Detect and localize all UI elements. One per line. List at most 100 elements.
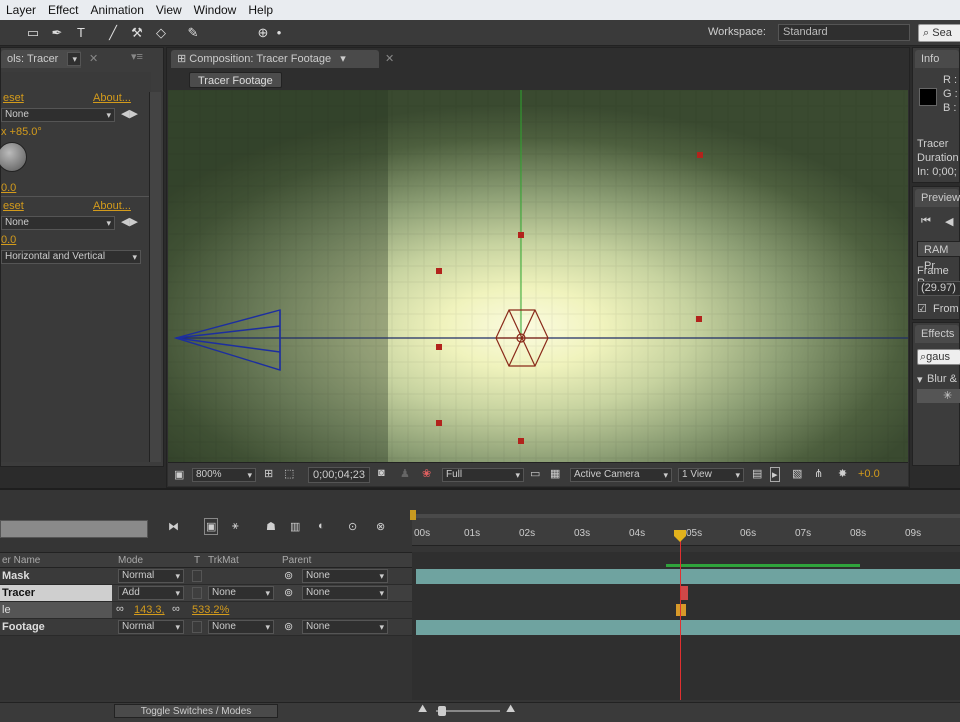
lock-icon[interactable]: ⊞: [177, 53, 186, 65]
value-field-2[interactable]: 0.0: [1, 234, 16, 246]
effect-dropdown-1[interactable]: None: [1, 108, 115, 122]
toggle-switches-modes-button[interactable]: Toggle Switches / Modes: [114, 704, 278, 718]
layer-row-mask[interactable]: Mask Normal ⊚ None: [0, 568, 412, 585]
toggle-pixel-aspect-icon[interactable]: ▤: [752, 467, 762, 480]
live-update-icon[interactable]: ▣: [204, 518, 219, 535]
panel-menu-dropdown[interactable]: [67, 52, 81, 66]
about-link-2[interactable]: About...: [93, 200, 131, 212]
mode-dropdown[interactable]: Normal: [118, 569, 184, 583]
link-icon[interactable]: ∞: [116, 603, 124, 615]
disclosure-triangle-icon[interactable]: ▾: [917, 373, 923, 386]
mode-dropdown[interactable]: Add: [118, 586, 184, 600]
menu-help[interactable]: Help: [242, 3, 279, 17]
motion-blur-icon[interactable]: ◐: [318, 520, 325, 532]
layer-row-tracer[interactable]: Tracer Add None ⊚ None: [0, 585, 412, 602]
track-bar-mask[interactable]: [416, 569, 960, 584]
exposure-reset-icon[interactable]: ✸: [838, 467, 847, 480]
pickwhip-icon[interactable]: ⊚: [284, 586, 293, 599]
menu-layer[interactable]: Layer: [0, 3, 42, 17]
camera-view-dropdown[interactable]: Active Camera: [570, 468, 672, 482]
close-icon[interactable]: ✕: [385, 52, 394, 65]
menu-view[interactable]: View: [150, 3, 188, 17]
parent-dropdown[interactable]: None: [302, 620, 388, 634]
view-layout-dropdown[interactable]: 1 View: [678, 468, 744, 482]
brainstorm-icon[interactable]: ⊗: [376, 520, 385, 533]
scale-value-y[interactable]: 533.2%: [192, 604, 229, 616]
resolution-dropdown[interactable]: Full: [442, 468, 524, 482]
composition-viewer[interactable]: [168, 90, 908, 462]
first-frame-icon[interactable]: ⏮: [921, 215, 931, 228]
fast-previews-icon[interactable]: ▸: [770, 467, 780, 482]
clone-stamp-icon[interactable]: ⚒: [128, 24, 146, 42]
pen-tool-icon[interactable]: ✒: [48, 24, 66, 42]
scrollbar[interactable]: [149, 92, 161, 462]
composition-breadcrumb[interactable]: Tracer Footage: [189, 72, 282, 88]
hide-shy-layers-icon[interactable]: ☗: [266, 520, 276, 533]
preserve-transparency-toggle[interactable]: [192, 587, 202, 599]
track-bar-tracer[interactable]: [680, 586, 688, 600]
effect-dropdown-3[interactable]: Horizontal and Vertical: [1, 250, 141, 264]
timeline-search-field[interactable]: [0, 520, 148, 538]
exposure-value[interactable]: +0.0: [858, 468, 880, 480]
search-help-input[interactable]: ⌕ Sea: [918, 24, 960, 42]
draft-3d-icon[interactable]: ⚹: [232, 520, 239, 533]
eraser-tool-icon[interactable]: ◇: [152, 24, 170, 42]
tab-composition[interactable]: ⊞ Composition: Tracer Footage ▾: [171, 50, 379, 68]
work-area-bar[interactable]: [412, 514, 960, 518]
layer-row-footage[interactable]: Footage Normal None ⊚ None: [0, 619, 412, 636]
effect-dropdown-2[interactable]: None: [1, 216, 115, 230]
mode-dropdown[interactable]: Normal: [118, 620, 184, 634]
graph-editor-icon[interactable]: ⊙: [348, 520, 357, 533]
magnification-dropdown[interactable]: 800%: [192, 468, 256, 482]
always-preview-icon[interactable]: ▣: [174, 468, 184, 481]
axis-world-icon[interactable]: •: [270, 24, 288, 42]
reset-link-1[interactable]: eset: [3, 92, 24, 104]
workspace-select[interactable]: Standard: [778, 24, 910, 41]
value-field-1[interactable]: 0.0: [1, 182, 16, 194]
parent-dropdown[interactable]: None: [302, 586, 388, 600]
panel-options-icon[interactable]: ▾≡: [131, 50, 143, 63]
keyframe-marker[interactable]: [676, 604, 686, 616]
brush-tool-icon[interactable]: ╱: [104, 24, 122, 42]
effects-category-blur[interactable]: Blur &: [927, 373, 957, 385]
work-area-start-handle[interactable]: [410, 510, 416, 520]
preserve-transparency-toggle[interactable]: [192, 570, 202, 582]
rectangle-tool-icon[interactable]: ▭: [24, 24, 42, 42]
scale-value-x[interactable]: 143.3,: [134, 604, 165, 616]
about-link-1[interactable]: About...: [93, 92, 131, 104]
flowchart-icon[interactable]: ⋔: [814, 467, 823, 480]
ram-preview-button[interactable]: RAM Pr: [917, 241, 960, 272]
constrain-proportions-icon[interactable]: ∞: [172, 603, 180, 615]
menu-animation[interactable]: Animation: [85, 3, 150, 17]
prev-next-arrows-icon[interactable]: ◀▶: [121, 107, 138, 120]
pickwhip-icon[interactable]: ⊚: [284, 569, 293, 582]
grid-icon[interactable]: ⊞: [264, 467, 273, 480]
zoom-in-icon[interactable]: ⛰: [506, 703, 515, 716]
current-time-field[interactable]: 0;00;04;23: [308, 467, 370, 483]
zoom-slider-thumb[interactable]: [438, 706, 446, 716]
transparency-grid-icon[interactable]: ▦: [550, 467, 560, 480]
chevron-down-icon[interactable]: ▾: [340, 53, 346, 65]
reset-link-2[interactable]: eset: [3, 200, 24, 212]
puppet-tool-icon[interactable]: ✎: [184, 24, 202, 42]
trkmat-dropdown[interactable]: None: [208, 586, 274, 600]
parent-dropdown[interactable]: None: [302, 569, 388, 583]
previous-frame-icon[interactable]: ◀: [945, 215, 953, 228]
timeline-icon[interactable]: ▧: [792, 467, 802, 480]
menu-window[interactable]: Window: [188, 3, 243, 17]
close-icon[interactable]: ✕: [89, 52, 98, 65]
text-tool-icon[interactable]: T: [72, 24, 90, 42]
tab-effects[interactable]: Effects: [915, 325, 959, 343]
prev-next-arrows-icon[interactable]: ◀▶: [121, 215, 138, 228]
effect-result-row[interactable]: ✳: [917, 389, 960, 403]
menu-effect[interactable]: Effect: [42, 3, 84, 17]
region-of-interest-icon[interactable]: ▭: [530, 467, 540, 480]
frame-rate-select[interactable]: (29.97): [917, 281, 960, 296]
tab-info[interactable]: Info: [915, 50, 959, 68]
effects-search-input[interactable]: ⌕gaus: [917, 349, 960, 365]
color-channel-icon[interactable]: ❀: [422, 467, 431, 480]
layer-row-scale[interactable]: le ∞ 143.3, ∞ 533.2%: [0, 602, 412, 619]
angle-value[interactable]: x +85.0°: [1, 126, 42, 138]
track-bar-footage[interactable]: [416, 620, 960, 635]
from-current-checkbox[interactable]: ☑: [917, 302, 927, 315]
